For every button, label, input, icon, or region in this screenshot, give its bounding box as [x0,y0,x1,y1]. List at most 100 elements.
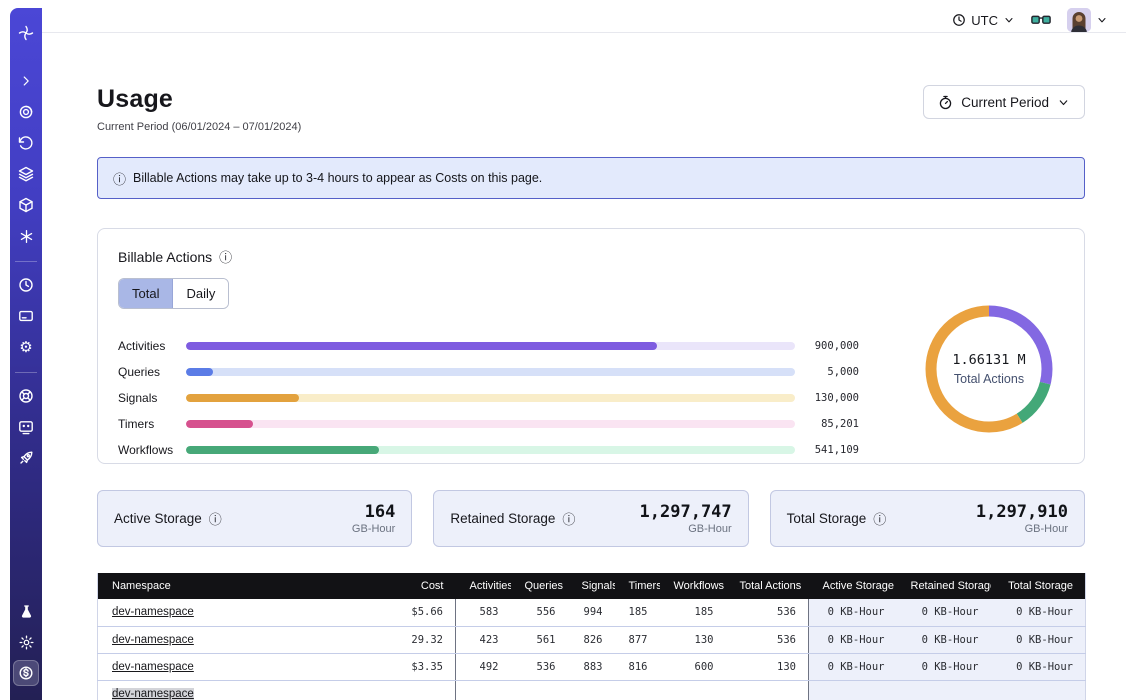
cube-icon[interactable] [13,192,39,218]
bar-value: 900,000 [795,340,859,352]
value-cell: 877 [615,626,660,653]
glasses-button[interactable] [1031,13,1051,27]
user-menu[interactable] [1067,8,1108,32]
bar-label: Workflows [118,443,186,457]
info-icon[interactable]: ⓘ [562,509,575,528]
value-cell [615,680,660,700]
value-cell: 994 [568,599,615,626]
spiral-icon[interactable] [13,99,39,125]
sidebar-divider [15,372,37,373]
value-cell [568,680,615,700]
monitor-icon[interactable] [13,414,39,440]
info-icon[interactable]: ⓘ [209,509,222,528]
chevron-right-icon[interactable] [13,68,39,94]
billable-bar-chart: Activities900,000Queries5,000Signals130,… [118,333,859,463]
bar-fill [186,368,213,376]
column-header: Activities [456,573,511,599]
namespace-cell: dev-namespace [98,680,358,700]
bar-value: 85,201 [795,418,859,430]
temporal-logo-icon[interactable] [13,20,39,46]
donut-total-label: Total Actions [954,372,1024,386]
sun-icon[interactable] [13,629,39,655]
info-icon[interactable]: ⓘ [873,509,886,528]
bar-track [186,420,795,428]
table-row: dev-namespace$5.665835569941851855360 KB… [98,599,1086,626]
value-cell [660,680,726,700]
value-cell: 0 KB-Hour [991,626,1086,653]
donut-total-value: 1.66131 M [952,352,1025,368]
storage-card-label: Active Storage [114,511,202,526]
flask-icon[interactable] [13,598,39,624]
tab-total[interactable]: Total [119,279,173,308]
value-cell: 130 [726,653,809,680]
usage-page: Usage Current Period (06/01/2024 – 07/01… [42,33,1126,700]
column-header: Queries [511,573,568,599]
bar-fill [186,420,253,428]
bar-row: Signals130,000 [118,385,859,411]
storage-card-value: 1,297,910 [976,502,1068,522]
storage-card-label: Retained Storage [450,511,555,526]
value-cell: 0 KB-Hour [809,599,897,626]
info-banner-text: Billable Actions may take up to 3-4 hour… [133,171,542,185]
chevron-down-icon [1003,14,1015,26]
value-cell: 536 [726,626,809,653]
sidebar: ⚙ [10,8,42,700]
bar-fill [186,394,299,402]
bar-label: Timers [118,417,186,431]
bar-fill [186,446,379,454]
storage-card-label: Total Storage [787,511,867,526]
value-cell [991,680,1086,700]
bar-value: 541,109 [795,444,859,456]
chevron-down-icon [1057,96,1070,109]
namespace-usage-table: NamespaceCostActivitiesQueriesSignalsTim… [97,573,1086,700]
namespace-link[interactable]: dev-namespace [112,634,194,646]
tab-daily[interactable]: Daily [173,279,228,308]
layers-icon[interactable] [13,161,39,187]
bar-label: Signals [118,391,186,405]
value-cell: 423 [456,626,511,653]
timezone-selector[interactable]: UTC [952,13,1015,28]
asterisk-icon[interactable] [13,223,39,249]
info-banner: ⓘ Billable Actions may take up to 3-4 ho… [97,157,1085,199]
info-icon[interactable]: ⓘ [219,247,232,266]
value-cell: 185 [615,599,660,626]
period-selector-button[interactable]: Current Period [923,85,1085,119]
namespace-link[interactable]: dev-namespace [112,606,194,618]
topbar: UTC [42,8,1126,33]
info-icon: ⓘ [113,169,126,188]
value-cell: $5.66 [358,599,456,626]
value-cell [358,680,456,700]
value-cell: 0 KB-Hour [809,653,897,680]
avatar [1067,8,1091,32]
card-icon[interactable] [13,303,39,329]
billable-actions-title: Billable Actions [118,249,212,265]
value-cell: 536 [511,653,568,680]
value-cell [897,680,991,700]
namespace-link[interactable]: dev-namespace [112,661,194,673]
namespace-link[interactable]: dev-namespace [112,688,194,700]
column-header: Active Storage [809,573,897,599]
clock-icon[interactable] [13,272,39,298]
gear-icon[interactable]: ⚙ [13,334,39,360]
dollar-coin-icon[interactable] [13,660,39,686]
namespace-cell: dev-namespace [98,599,358,626]
value-cell: 883 [568,653,615,680]
value-cell [726,680,809,700]
value-cell [456,680,511,700]
column-header: Signals [568,573,615,599]
value-cell: 583 [456,599,511,626]
billable-actions-card: Billable Actions ⓘ TotalDaily Activities… [97,228,1085,464]
value-cell: 556 [511,599,568,626]
value-cell: 29.32 [358,626,456,653]
lifebuoy-icon[interactable] [13,383,39,409]
value-cell: 561 [511,626,568,653]
storage-summary-row: Active Storageⓘ164GB-HourRetained Storag… [97,490,1085,547]
history-icon[interactable] [13,130,39,156]
bar-track [186,446,795,454]
value-cell: 185 [660,599,726,626]
bar-row: Activities900,000 [118,333,859,359]
column-header: Total Storage [991,573,1086,599]
period-subtitle: Current Period (06/01/2024 – 07/01/2024) [97,121,301,133]
storage-card-value: 1,297,747 [640,502,732,522]
rocket-icon[interactable] [13,445,39,471]
